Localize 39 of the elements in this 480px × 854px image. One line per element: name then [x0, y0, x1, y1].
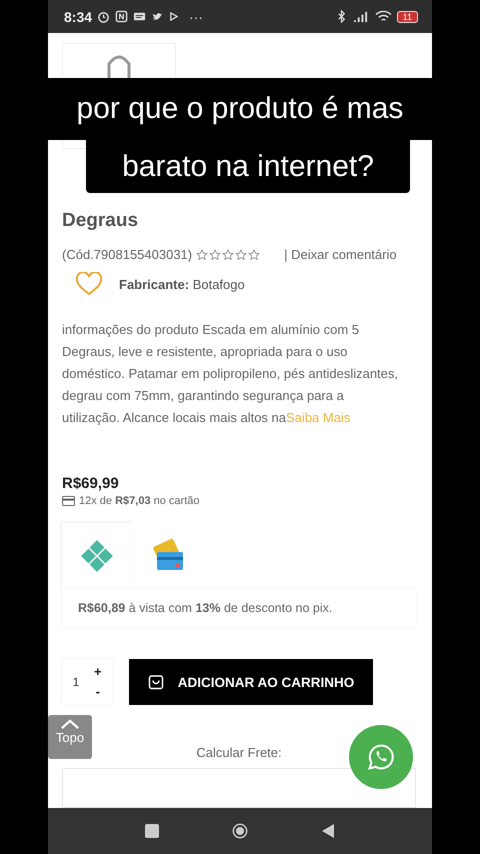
card-icon: [62, 496, 75, 506]
shipping-field[interactable]: [62, 768, 416, 808]
decrease-button[interactable]: -: [90, 682, 106, 702]
nfc-icon: [115, 10, 128, 23]
signal-icon: [352, 10, 370, 23]
caption-text: por que o produto é mas: [76, 92, 404, 126]
more-notifications: ···: [189, 8, 204, 24]
wifi-icon: [374, 10, 392, 23]
rating-stars[interactable]: [196, 248, 260, 260]
leave-comment-link[interactable]: | Deixar comentário: [284, 247, 397, 262]
quantity-stepper[interactable]: 1 + -: [62, 659, 112, 705]
diamond-tiles-icon: [79, 538, 115, 574]
alarm-icon: [97, 10, 110, 23]
play-icon: [169, 12, 178, 21]
payment-tab[interactable]: [62, 523, 132, 589]
recent-apps-icon[interactable]: [144, 823, 160, 839]
phone-bubble-icon: [367, 743, 395, 771]
heart-icon[interactable]: [75, 272, 103, 296]
add-to-cart-button[interactable]: ADICIONAR AO CARRINHO: [129, 659, 373, 705]
manufacturer-text: Fabricante: Botafogo: [119, 276, 245, 292]
back-to-top-button[interactable]: Topo: [48, 715, 92, 759]
product-title: Degraus: [62, 209, 138, 233]
back-icon[interactable]: [320, 823, 336, 839]
increase-button[interactable]: +: [90, 662, 106, 682]
shipping-label: Calcular Frete:: [196, 745, 282, 760]
product-code: (Cód.7908155403031): [62, 247, 192, 262]
battery-indicator: 11: [396, 10, 418, 22]
quantity-value: 1: [72, 675, 80, 689]
bag-icon: [148, 674, 164, 690]
caption-text: barato na internet?: [122, 150, 374, 184]
pix-discount-text: R$60,89 à vista com 13% de desconto no pix.: [78, 601, 332, 615]
home-icon[interactable]: [232, 823, 248, 839]
product-description: informações do produto Escada em alumínio com 5 Degraus, leve e resistente, apropriada para o uso doméstico. Patamar em polipropileno, pés antideslizantes, degrau com 75mm, garantindo segurança para a utilização. Alcance locais mais altos naSaiba Mais: [62, 321, 400, 427]
message-icon: [133, 10, 146, 23]
product-price: R$69,99: [62, 475, 119, 492]
bird-icon: [151, 10, 164, 23]
chevron-up-icon: [60, 719, 80, 730]
clock-time: 8:34: [64, 8, 92, 24]
installment-text: 12x de R$7,03 no cartão: [79, 495, 200, 507]
